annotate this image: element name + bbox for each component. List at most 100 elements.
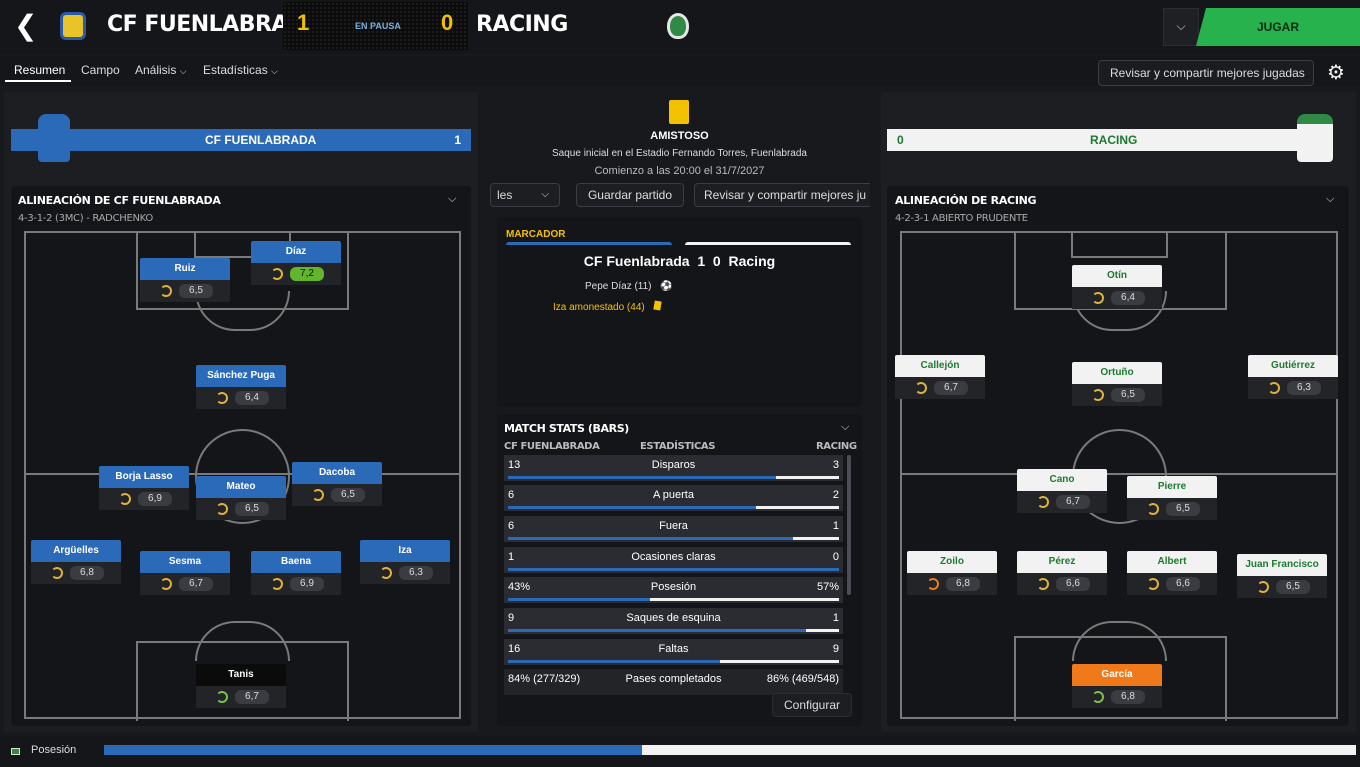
stat-row: Saques de esquina 9 1 bbox=[504, 608, 843, 634]
stat-home-value: 13 bbox=[508, 459, 521, 471]
competition-name: AMISTOSO bbox=[650, 130, 709, 142]
player-rating-value: 6,6 bbox=[1056, 577, 1090, 591]
review-highlights-button[interactable]: Revisar y compartir mejores jugadas bbox=[1098, 60, 1314, 86]
rating-icon bbox=[51, 567, 63, 579]
stats-away-header: RACING bbox=[816, 441, 857, 452]
player-card[interactable]: Otín 6,4 bbox=[1072, 265, 1162, 309]
play-button[interactable]: JUGAR bbox=[1196, 8, 1360, 46]
player-rating: 6,7 bbox=[895, 377, 985, 399]
scoreboard-line: CF Fuenlabrada 1 0 Racing bbox=[583, 253, 776, 269]
stat-home-bar bbox=[508, 598, 650, 601]
player-rating-value: 6,5 bbox=[235, 502, 269, 516]
player-name: Gutiérrez bbox=[1248, 355, 1338, 377]
player-card[interactable]: Sánchez Puga 6,4 bbox=[196, 365, 286, 409]
player-card[interactable]: Juan Francisco 6,5 bbox=[1237, 554, 1327, 598]
player-name: Juan Francisco bbox=[1237, 554, 1327, 576]
configure-button[interactable]: Configurar bbox=[772, 693, 852, 717]
player-card[interactable]: Argüelles 6,8 bbox=[31, 540, 121, 584]
player-card[interactable]: Ruiz 6,5 bbox=[140, 258, 230, 302]
chevron-down-icon[interactable]: ⌵ bbox=[1326, 193, 1334, 206]
player-rating: 6,7 bbox=[1017, 491, 1107, 513]
player-rating: 6,4 bbox=[1072, 287, 1162, 309]
player-rating: 6,5 bbox=[196, 498, 286, 520]
top-bar: ❮ CF FUENLABRADA 1 EN PAUSA 0 RACING ⌵ J… bbox=[0, 0, 1360, 54]
player-card[interactable]: Albert 6,6 bbox=[1127, 551, 1217, 595]
goal-event-text: Pepe Díaz (11) bbox=[585, 281, 652, 292]
player-card[interactable]: Callejón 6,7 bbox=[895, 355, 985, 399]
rating-icon bbox=[1147, 578, 1159, 590]
chevron-down-icon[interactable]: ⌵ bbox=[1163, 8, 1199, 46]
player-rating-value: 6,6 bbox=[1166, 577, 1200, 591]
player-name: Pérez bbox=[1017, 551, 1107, 573]
player-rating-value: 6,9 bbox=[138, 492, 172, 506]
stats-scrollbar[interactable] bbox=[847, 455, 851, 595]
tab-estadisticas[interactable]: Estadísticas ⌵ bbox=[203, 63, 278, 77]
stat-home-bar bbox=[508, 506, 756, 509]
back-arrow-icon[interactable]: ❮ bbox=[14, 12, 40, 40]
player-rating: 7,2 bbox=[251, 263, 341, 285]
stat-label: Ocasiones claras bbox=[631, 551, 716, 563]
possession-icon bbox=[11, 748, 20, 755]
stat-label: Posesión bbox=[650, 581, 697, 593]
home-lineup-title: ALINEACIÓN DE CF FUENLABRADA bbox=[18, 194, 221, 207]
player-rating: 6,5 bbox=[292, 484, 382, 506]
player-rating: 6,5 bbox=[1127, 498, 1217, 520]
rating-icon bbox=[927, 578, 939, 590]
home-formation: 4-3-1-2 (3MC) - RADCHENKO bbox=[18, 213, 153, 224]
player-card[interactable]: Pérez 6,6 bbox=[1017, 551, 1107, 595]
tab-analisis-label: Análisis bbox=[135, 63, 177, 77]
player-name: Borja Lasso bbox=[99, 466, 189, 488]
player-rating-value: 6,5 bbox=[1166, 502, 1200, 516]
player-rating: 6,7 bbox=[140, 573, 230, 595]
player-card[interactable]: Baena 6,9 bbox=[251, 551, 341, 595]
stat-label: Faltas bbox=[658, 643, 689, 655]
stat-label: Saques de esquina bbox=[626, 612, 721, 624]
home-score: 1 bbox=[297, 10, 310, 35]
player-card[interactable]: Sesma 6,7 bbox=[140, 551, 230, 595]
goal-event: Pepe Díaz (11) ⚽ bbox=[585, 281, 673, 292]
stat-label: Disparos bbox=[651, 459, 696, 471]
player-card[interactable]: Mateo 6,5 bbox=[196, 476, 286, 520]
tab-campo[interactable]: Campo bbox=[81, 63, 120, 77]
chevron-down-icon[interactable]: ⌵ bbox=[448, 193, 456, 206]
card-event: Iza amonestado (44) bbox=[553, 300, 662, 313]
chevron-down-icon[interactable]: ⌵ bbox=[841, 421, 849, 434]
away-score-strip bbox=[685, 242, 851, 245]
home-banner: CF FUENLABRADA 1 bbox=[11, 129, 471, 151]
review-highlights-button-center[interactable]: Revisar y compartir mejores ju bbox=[694, 183, 870, 207]
stat-away-value: 57% bbox=[816, 581, 839, 593]
stat-home-value: 84% (277/329) bbox=[508, 673, 581, 685]
player-rating-value: 6,3 bbox=[399, 566, 433, 580]
player-name: Sesma bbox=[140, 551, 230, 573]
player-name: Dacoba bbox=[292, 462, 382, 484]
away-banner: 0 RACING bbox=[887, 129, 1321, 151]
tab-analisis[interactable]: Análisis ⌵ bbox=[135, 63, 187, 77]
player-card[interactable]: Gutiérrez 6,3 bbox=[1248, 355, 1338, 399]
player-card[interactable]: Dacoba 6,5 bbox=[292, 462, 382, 506]
rating-icon bbox=[160, 578, 172, 590]
player-rating: 6,3 bbox=[1248, 377, 1338, 399]
tab-resumen[interactable]: Resumen bbox=[14, 63, 65, 77]
player-name: Tanis bbox=[196, 664, 286, 686]
player-card[interactable]: Ortuño 6,5 bbox=[1072, 362, 1162, 406]
player-card[interactable]: Zoilo 6,8 bbox=[907, 551, 997, 595]
player-rating: 6,7 bbox=[196, 686, 286, 708]
stat-home-value: 6 bbox=[508, 520, 515, 532]
player-card[interactable]: García 6,8 bbox=[1072, 664, 1162, 708]
save-match-button[interactable]: Guardar partido bbox=[576, 183, 684, 207]
player-card[interactable]: Iza 6,3 bbox=[360, 540, 450, 584]
stat-away-bar bbox=[776, 476, 839, 479]
player-card[interactable]: Pierre 6,5 bbox=[1127, 476, 1217, 520]
gear-icon[interactable]: ⚙ bbox=[1323, 60, 1349, 86]
active-tab-indicator bbox=[5, 80, 71, 82]
match-venue: Saque inicial en el Estadio Fernando Tor… bbox=[552, 148, 807, 159]
player-card[interactable]: Díaz 7,2 bbox=[251, 241, 341, 285]
possession-label: Posesión bbox=[31, 744, 77, 756]
stat-row: Disparos 13 3 bbox=[504, 455, 843, 481]
player-card[interactable]: Borja Lasso 6,9 bbox=[99, 466, 189, 510]
player-card[interactable]: Tanis 6,7 bbox=[196, 664, 286, 708]
player-name: Argüelles bbox=[31, 540, 121, 562]
partial-button[interactable]: les ⌵ bbox=[490, 183, 560, 207]
stats-title: MATCH STATS (BARS) bbox=[504, 422, 629, 435]
player-card[interactable]: Cano 6,7 bbox=[1017, 469, 1107, 513]
